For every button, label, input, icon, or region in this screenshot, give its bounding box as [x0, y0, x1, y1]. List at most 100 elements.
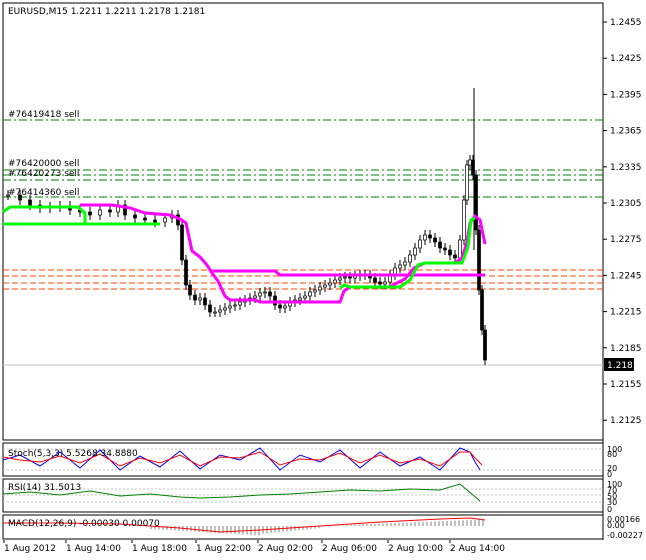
macd-bar	[294, 526, 296, 531]
magenta-indicator-line	[80, 205, 485, 302]
macd-bar	[446, 521, 448, 526]
candle-body	[419, 240, 422, 248]
candle-body	[449, 250, 452, 255]
candle-body	[429, 235, 432, 238]
time-scale: 1 Aug 20121 Aug 14:001 Aug 18:001 Aug 22…	[4, 540, 505, 554]
magenta-indicator-line-2	[213, 271, 485, 275]
price-scale-label: 1.2125	[610, 416, 642, 426]
macd-scale-label: -0.00227	[607, 531, 643, 540]
candle-body	[324, 285, 327, 287]
candle-body	[439, 242, 442, 248]
macd-scale-label: 0.00	[607, 521, 625, 530]
candle-body	[29, 200, 32, 205]
candle-body	[384, 282, 387, 284]
macd-bar	[202, 526, 204, 532]
macd-bar	[342, 525, 344, 526]
macd-bar	[442, 521, 444, 526]
macd-bar	[350, 525, 352, 526]
macd-bar	[450, 521, 452, 526]
price-scale-label: 1.2155	[610, 380, 642, 390]
candle-body	[339, 278, 342, 280]
macd-bar	[378, 524, 380, 526]
price-scale-label: 1.2245	[610, 271, 642, 281]
order-label[interactable]: #76420273 sell	[8, 169, 79, 179]
macd-bar	[370, 524, 372, 526]
candle-body	[99, 210, 102, 215]
candle-body	[309, 292, 312, 296]
candle-body	[319, 287, 322, 290]
macd-bar	[478, 520, 480, 526]
macd-bar	[386, 523, 388, 526]
macd-label: MACD(12,26,9) -0.00030 0.00070	[8, 519, 160, 529]
candle-body	[344, 277, 347, 278]
sell-order-lines[interactable]	[3, 120, 603, 197]
candle-body	[481, 290, 484, 330]
candle-body	[214, 312, 217, 313]
order-label[interactable]: #76420000 sell	[8, 159, 79, 169]
macd-bar	[198, 526, 200, 532]
candle-body	[234, 305, 237, 306]
candle-body	[399, 265, 402, 268]
candle-body	[409, 255, 412, 262]
candle-body	[224, 308, 227, 310]
price-scale-label: 1.2425	[610, 54, 642, 64]
macd-bar	[230, 526, 232, 534]
candle-body	[304, 296, 307, 298]
candle-body	[379, 282, 382, 284]
time-scale-label: 1 Aug 18:00	[132, 544, 187, 554]
macd-bar	[258, 526, 260, 535]
trading-chart-window[interactable]: #76419418 sell #76420000 sell #76420273 …	[0, 0, 646, 556]
macd-bar	[238, 526, 240, 534]
macd-bar	[374, 524, 376, 526]
macd-bar	[234, 526, 236, 534]
macd-bar	[174, 526, 176, 530]
macd-histogram	[150, 520, 484, 536]
candle-body	[154, 220, 157, 222]
candle-body	[334, 280, 337, 283]
price-scale-label: 1.2215	[610, 308, 642, 318]
stop-levels[interactable]	[3, 270, 603, 289]
candle-body	[144, 218, 147, 220]
macd-bar	[462, 520, 464, 526]
macd-bar	[366, 524, 368, 526]
candle-body	[19, 195, 22, 200]
candle-body	[164, 218, 167, 222]
current-price-label: 1.2181	[607, 361, 639, 371]
macd-bar	[406, 523, 408, 526]
macd-bar	[438, 521, 440, 526]
candle-body	[463, 200, 466, 240]
candle-body	[264, 292, 267, 293]
stoch-scale-label: 0	[607, 470, 612, 479]
macd-bar	[170, 526, 172, 530]
candle-body	[254, 296, 257, 298]
candle-body	[299, 298, 302, 300]
macd-bar	[302, 526, 304, 530]
candle-body	[7, 195, 10, 196]
candle-body	[434, 238, 437, 242]
main-chart-frame	[3, 3, 603, 440]
chart-canvas[interactable]: #76419418 sell #76420000 sell #76420273 …	[0, 0, 646, 556]
candle-body	[279, 305, 282, 308]
symbol-header: EURUSD,M15 1.2211 1.2211 1.2178 1.2181	[8, 7, 205, 17]
macd-bar	[466, 520, 468, 526]
price-scale-label: 1.2185	[610, 344, 642, 354]
candle-body	[414, 248, 417, 255]
candle-body	[349, 277, 352, 278]
macd-bar	[434, 521, 436, 526]
macd-bar	[430, 522, 432, 526]
candle-body	[466, 165, 469, 200]
candle-body	[109, 210, 112, 212]
macd-bar	[422, 522, 424, 526]
price-scale-label: 1.2335	[610, 163, 642, 173]
price-scale-label: 1.2455	[610, 18, 642, 28]
candle-body	[185, 260, 188, 285]
candle-body	[469, 160, 472, 165]
macd-bar	[382, 524, 384, 526]
order-label[interactable]: #76419418 sell	[8, 110, 79, 120]
candle-body	[404, 262, 407, 265]
candles-layer	[7, 88, 487, 365]
candle-body	[181, 225, 184, 260]
macd-bar	[194, 526, 196, 532]
macd-bar	[358, 524, 360, 526]
candle-body	[209, 305, 212, 312]
